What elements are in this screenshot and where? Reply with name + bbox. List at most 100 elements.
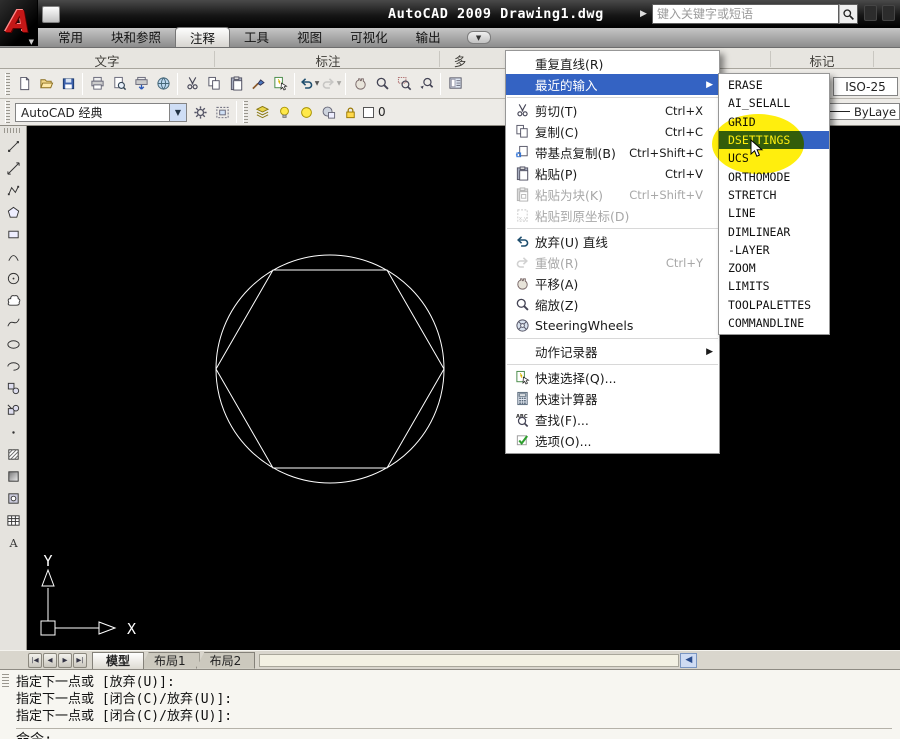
- bulb-icon[interactable]: [273, 100, 295, 124]
- workspace-frame-icon[interactable]: [211, 100, 233, 124]
- layer-manager-icon[interactable]: [251, 100, 273, 124]
- tab-nav-button-3[interactable]: ▶|: [73, 653, 87, 668]
- ribbon-tab-5[interactable]: 可视化: [336, 27, 402, 46]
- command-line-area[interactable]: 指定下一点或 [放弃(U)]:指定下一点或 [闭合(C)/放弃(U)]:指定下一…: [0, 669, 900, 739]
- toolbar-drag-handle[interactable]: [243, 101, 248, 123]
- command-prompt[interactable]: 命令:: [16, 728, 892, 739]
- ribbon-tab-0[interactable]: 常用: [44, 27, 97, 46]
- hatch-icon[interactable]: [2, 443, 25, 465]
- menu-item-0[interactable]: 重复直线(R): [506, 53, 719, 74]
- plot-icon[interactable]: [130, 72, 152, 96]
- menu-item-13[interactable]: 缩放(Z): [506, 294, 719, 315]
- save-icon[interactable]: [57, 72, 79, 96]
- menu-item-7[interactable]: 粘贴为块(K)Ctrl+Shift+V: [506, 184, 719, 205]
- properties-icon[interactable]: [444, 72, 466, 96]
- pan-icon[interactable]: [349, 72, 371, 96]
- toolbar-drag-handle[interactable]: [5, 101, 10, 123]
- recent-input-item-1[interactable]: AI_SELALL: [719, 94, 829, 112]
- lock-icon[interactable]: [339, 100, 361, 124]
- tab-nav-button-0[interactable]: |◀: [28, 653, 42, 668]
- menu-item-12[interactable]: 平移(A): [506, 273, 719, 294]
- toolbar-drag-handle[interactable]: [5, 73, 10, 95]
- recent-input-item-0[interactable]: ERASE: [719, 76, 829, 94]
- arc-icon[interactable]: [2, 245, 25, 267]
- zoom-previous-icon[interactable]: [415, 72, 437, 96]
- menu-item-19[interactable]: 快速计算器: [506, 388, 719, 409]
- toolbar-drag-handle[interactable]: [4, 128, 22, 133]
- workspace-combo[interactable]: AutoCAD 经典 ▼: [15, 103, 187, 122]
- ellipse-arc-icon[interactable]: [2, 355, 25, 377]
- line-icon[interactable]: [2, 135, 25, 157]
- construction-line-icon[interactable]: [2, 157, 25, 179]
- revision-cloud-icon[interactable]: [2, 289, 25, 311]
- panel-multileader-label[interactable]: 多: [442, 51, 478, 67]
- menu-item-14[interactable]: SteeringWheels: [506, 315, 719, 336]
- search-input[interactable]: [652, 4, 839, 24]
- search-icon[interactable]: [839, 4, 858, 24]
- ribbon-tab-1[interactable]: 块和参照: [97, 27, 175, 46]
- menu-item-4[interactable]: 复制(C)Ctrl+C: [506, 121, 719, 142]
- recent-input-item-3[interactable]: DSETTINGS: [719, 131, 829, 149]
- panel-dimension-label[interactable]: 标注: [217, 51, 440, 67]
- undo-icon[interactable]: ▼: [298, 72, 320, 96]
- quick-select-icon[interactable]: [269, 72, 291, 96]
- recent-input-item-4[interactable]: UCS: [719, 149, 829, 167]
- cut-icon[interactable]: [181, 72, 203, 96]
- ribbon-minimize-button[interactable]: ▼: [467, 31, 491, 44]
- menu-item-1[interactable]: 最近的输入▶: [506, 74, 719, 95]
- menu-item-5[interactable]: 带基点复制(B)Ctrl+Shift+C: [506, 142, 719, 163]
- publish-icon[interactable]: [152, 72, 174, 96]
- match-properties-icon[interactable]: [247, 72, 269, 96]
- gear-icon[interactable]: [189, 100, 211, 124]
- recent-input-item-9[interactable]: -LAYER: [719, 241, 829, 259]
- layout-tab-0[interactable]: 模型: [92, 652, 144, 669]
- spline-icon[interactable]: [2, 311, 25, 333]
- linetype-combo[interactable]: ByLaye: [826, 103, 900, 120]
- layer-name[interactable]: 0: [378, 105, 386, 119]
- tab-nav-button-1[interactable]: ◀: [43, 653, 57, 668]
- panel-text-label[interactable]: 文字: [0, 51, 215, 67]
- zoom-icon[interactable]: [371, 72, 393, 96]
- recent-input-item-6[interactable]: STRETCH: [719, 186, 829, 204]
- infocenter-icon[interactable]: [864, 5, 877, 21]
- ribbon-tab-6[interactable]: 输出: [402, 27, 455, 46]
- ribbon-tab-3[interactable]: 工具: [230, 27, 283, 46]
- redo-icon[interactable]: ▼: [320, 72, 342, 96]
- recent-input-item-5[interactable]: ORTHOMODE: [719, 167, 829, 185]
- print-icon[interactable]: [86, 72, 108, 96]
- region-icon[interactable]: [2, 487, 25, 509]
- chevron-down-icon[interactable]: ▼: [169, 104, 186, 121]
- application-menu-button[interactable]: A ▼: [0, 0, 38, 46]
- layout-tab-1[interactable]: 布局1: [140, 652, 200, 669]
- menu-item-16[interactable]: 动作记录器▶: [506, 341, 719, 362]
- recent-input-item-2[interactable]: GRID: [719, 113, 829, 131]
- zoom-window-icon[interactable]: [393, 72, 415, 96]
- circle-icon[interactable]: [2, 267, 25, 289]
- ellipse-icon[interactable]: [2, 333, 25, 355]
- menu-item-21[interactable]: 选项(O)...: [506, 430, 719, 451]
- recent-input-item-8[interactable]: DIMLINEAR: [719, 222, 829, 240]
- recent-input-item-13[interactable]: COMMANDLINE: [719, 314, 829, 332]
- insert-block-icon[interactable]: [2, 377, 25, 399]
- recent-input-item-7[interactable]: LINE: [719, 204, 829, 222]
- menu-item-18[interactable]: 快速选择(Q)...: [506, 367, 719, 388]
- dimension-style-combo[interactable]: ISO-25: [833, 77, 898, 96]
- freeze-circle-icon[interactable]: [295, 100, 317, 124]
- print-preview-icon[interactable]: [108, 72, 130, 96]
- copy-icon[interactable]: [203, 72, 225, 96]
- communication-center-icon[interactable]: [882, 5, 895, 21]
- gradient-icon[interactable]: [2, 465, 25, 487]
- rectangle-icon[interactable]: [2, 223, 25, 245]
- paste-icon[interactable]: [225, 72, 247, 96]
- tab-nav-button-2[interactable]: ▶: [58, 653, 72, 668]
- ribbon-tab-4[interactable]: 视图: [283, 27, 336, 46]
- panel-markup-label[interactable]: 标记: [770, 51, 874, 67]
- command-drag-handle[interactable]: [2, 674, 9, 688]
- layer-color-swatch[interactable]: [363, 107, 374, 118]
- plot-circle-icon[interactable]: [317, 100, 339, 124]
- mtext-icon[interactable]: A: [2, 531, 25, 553]
- menu-item-20[interactable]: ABC查找(F)...: [506, 409, 719, 430]
- new-file-icon[interactable]: [13, 72, 35, 96]
- layout-tab-2[interactable]: 布局2: [196, 652, 256, 669]
- menu-item-10[interactable]: 放弃(U) 直线: [506, 231, 719, 252]
